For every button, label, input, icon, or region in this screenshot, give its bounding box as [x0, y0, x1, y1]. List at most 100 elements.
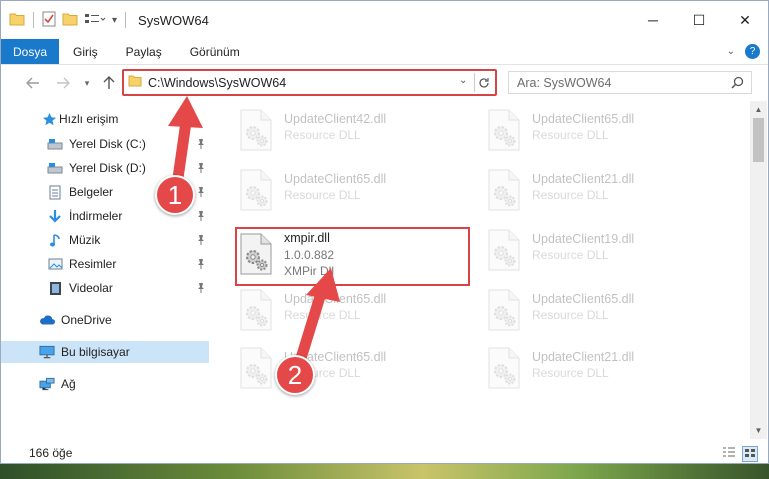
search-input[interactable]	[517, 73, 722, 92]
file-item[interactable]: UpdateClient19.dll Resource DLL	[471, 225, 711, 277]
folder-icon	[9, 12, 25, 29]
ribbon-right-controls: ⌄ ?	[727, 39, 768, 64]
details-view-icon[interactable]	[722, 446, 736, 462]
pin-icon[interactable]	[196, 258, 206, 273]
refresh-icon	[479, 77, 489, 88]
dll-file-icon	[239, 289, 275, 333]
address-bar-highlight: C:\Windows\SysWOW64 ⌄	[122, 69, 497, 96]
tab-share[interactable]: Paylaş	[112, 39, 176, 64]
network-icon	[39, 376, 55, 392]
pin-icon[interactable]	[196, 234, 206, 249]
expand-ribbon-icon[interactable]: ⌄	[727, 46, 735, 57]
tab-view[interactable]: Görünüm	[176, 39, 254, 64]
nav-item-this-pc[interactable]: Bu bilgisayar	[1, 341, 209, 363]
nav-item-pictures[interactable]: Resimler	[1, 253, 210, 275]
download-icon	[47, 208, 63, 224]
nav-item-videos[interactable]: Videolar	[1, 277, 210, 299]
file-item[interactable]: UpdateClient42.dll Resource DLL	[223, 105, 463, 157]
nav-item-label: Bu bilgisayar	[61, 345, 130, 359]
navigation-pane: Hızlı erişim Yerel Disk (C:) Yerel Disk …	[1, 101, 210, 439]
tab-home[interactable]: Giriş	[59, 39, 112, 64]
file-item[interactable]: UpdateClient65.dll Resource DLL	[471, 285, 711, 337]
view-options-icon[interactable]	[84, 12, 106, 29]
nav-item-label: Resimler	[69, 257, 117, 271]
nav-item-label: İndirmeler	[69, 209, 123, 223]
file-type: Resource DLL	[532, 188, 609, 202]
dll-file-icon	[239, 109, 275, 153]
status-bar: 166 öğe	[1, 442, 768, 463]
file-item[interactable]: UpdateClient65.dll Resource DLL	[471, 105, 711, 157]
computer-icon	[39, 344, 55, 360]
dll-file-icon	[487, 347, 523, 391]
up-button[interactable]	[99, 73, 119, 93]
dll-file-icon	[239, 233, 275, 277]
scroll-thumb[interactable]	[753, 118, 764, 162]
document-icon	[47, 184, 63, 200]
large-icons-view-icon[interactable]	[742, 446, 758, 462]
file-name: UpdateClient65.dll	[532, 112, 635, 126]
forward-button[interactable]	[53, 73, 73, 93]
toolbar-divider	[33, 12, 34, 28]
new-folder-icon[interactable]	[62, 12, 78, 29]
arrow-up-icon	[103, 76, 115, 89]
nav-item-network[interactable]: Ağ	[1, 373, 210, 395]
dll-file-icon	[239, 347, 275, 391]
scroll-down-button[interactable]: ▼	[750, 422, 767, 439]
step-2-badge: 2	[275, 355, 315, 395]
file-type: Resource DLL	[532, 366, 609, 380]
help-icon[interactable]: ?	[745, 44, 760, 59]
customize-toolbar-icon[interactable]: ▾	[112, 15, 117, 26]
cloud-icon	[39, 312, 55, 328]
file-type: Resource DLL	[284, 308, 361, 322]
file-item[interactable]: UpdateClient21.dll Resource DLL	[471, 165, 711, 217]
nav-item-music[interactable]: Müzik	[1, 229, 210, 251]
scroll-up-button[interactable]: ▲	[750, 101, 767, 118]
pin-icon[interactable]	[196, 186, 206, 201]
item-count: 166 öğe	[29, 446, 73, 460]
music-icon	[47, 232, 63, 248]
search-box[interactable]	[508, 71, 752, 94]
refresh-button[interactable]	[474, 73, 493, 92]
file-item[interactable]: UpdateClient65.dll Resource DLL	[223, 165, 463, 217]
pin-icon[interactable]	[196, 162, 206, 177]
vertical-scrollbar[interactable]: ▲ ▼	[750, 101, 767, 439]
nav-item-label: OneDrive	[61, 313, 112, 327]
dll-file-icon	[487, 109, 523, 153]
file-name: UpdateClient42.dll	[284, 112, 387, 126]
file-item-xmpir[interactable]: xmpir.dll 1.0.0.882 XMPir Dll	[223, 229, 463, 281]
file-name: UpdateClient21.dll	[532, 350, 635, 364]
chevron-down-icon: ▾	[84, 77, 90, 88]
search-icon[interactable]	[731, 76, 744, 92]
nav-item-onedrive[interactable]: OneDrive	[1, 309, 210, 331]
pin-icon[interactable]	[196, 210, 206, 225]
dll-file-icon	[239, 169, 275, 213]
file-type: Resource DLL	[532, 248, 609, 262]
maximize-button[interactable]: ☐	[676, 1, 722, 39]
address-bar[interactable]: C:\Windows\SysWOW64	[128, 73, 473, 92]
pin-icon[interactable]	[196, 282, 206, 297]
explorer-window: ▾ SysWOW64 ─ ☐ ✕ Dosya Giriş Paylaş Görü…	[0, 0, 769, 464]
file-type: Resource DLL	[532, 128, 609, 142]
dll-file-icon	[487, 229, 523, 273]
nav-item-local-disk-c[interactable]: Yerel Disk (C:)	[1, 133, 210, 155]
pictures-icon	[47, 256, 63, 272]
file-item[interactable]: UpdateClient65.dll Resource DLL	[223, 285, 463, 337]
toolbar-divider	[125, 12, 127, 28]
address-path[interactable]: C:\Windows\SysWOW64	[148, 76, 286, 90]
minimize-button[interactable]: ─	[630, 1, 676, 39]
file-name: UpdateClient21.dll	[532, 172, 635, 186]
file-item[interactable]: UpdateClient21.dll Resource DLL	[471, 343, 711, 395]
window-controls: ─ ☐ ✕	[630, 1, 768, 39]
nav-item-quick-access[interactable]: Hızlı erişim	[1, 108, 210, 130]
address-dropdown-icon[interactable]: ⌄	[459, 75, 467, 86]
recent-locations-button[interactable]: ▾	[77, 73, 97, 93]
file-item[interactable]: UpdateClient65.dll Resource DLL	[223, 343, 463, 395]
drive-icon	[47, 136, 63, 152]
file-type: Resource DLL	[284, 188, 361, 202]
folder-icon	[128, 75, 142, 90]
close-button[interactable]: ✕	[722, 1, 768, 39]
tab-file[interactable]: Dosya	[1, 39, 59, 64]
properties-icon[interactable]	[42, 11, 56, 30]
pin-icon[interactable]	[196, 138, 206, 153]
back-button[interactable]	[23, 73, 43, 93]
